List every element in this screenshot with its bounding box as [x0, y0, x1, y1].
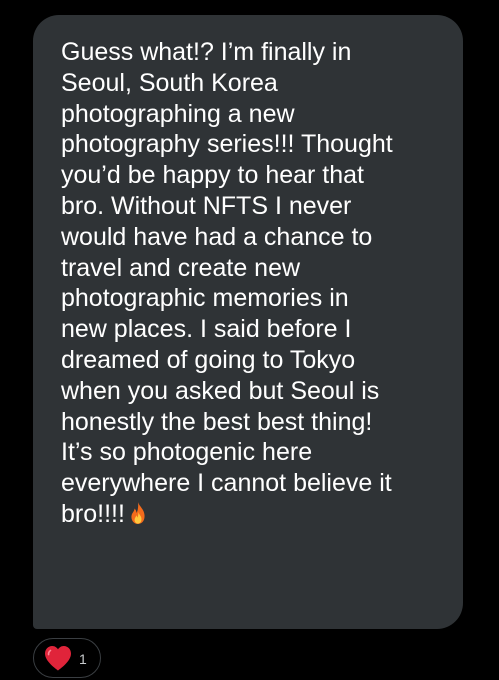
message-line: Seoul, South Korea — [61, 68, 278, 97]
message-line: honestly the best best thing! — [61, 407, 373, 436]
message-line: It’s so photogenic here — [61, 438, 313, 467]
message-line: bro. Without NFTS I never — [61, 191, 352, 220]
message-text: Guess what!? I’m finally in Seoul, South… — [61, 37, 443, 530]
message-line: new places. I said before I — [61, 315, 352, 344]
message-line: travel and create new — [61, 253, 301, 282]
message-line: photography series!!! Thought — [61, 130, 393, 159]
message-line: when you asked but Seoul is — [61, 376, 380, 405]
heart-icon — [45, 646, 71, 671]
message-line: would have had a chance to — [61, 222, 373, 251]
message-line: you’d be happy to hear that — [61, 161, 365, 190]
message-line: dreamed of going to Tokyo — [61, 345, 356, 374]
message-line: everywhere I cannot believe it — [61, 469, 392, 498]
fire-icon — [131, 501, 145, 524]
message-bubble[interactable]: Guess what!? I’m finally in Seoul, South… — [33, 15, 463, 629]
message-line: photographic memories in — [61, 284, 349, 313]
message-line: Guess what!? I’m finally in — [61, 38, 352, 66]
reaction-count: 1 — [79, 650, 87, 667]
reaction-badge[interactable]: 1 — [33, 638, 101, 678]
message-line: bro!!!! — [61, 499, 125, 528]
message-line: photographing a new — [61, 99, 295, 128]
